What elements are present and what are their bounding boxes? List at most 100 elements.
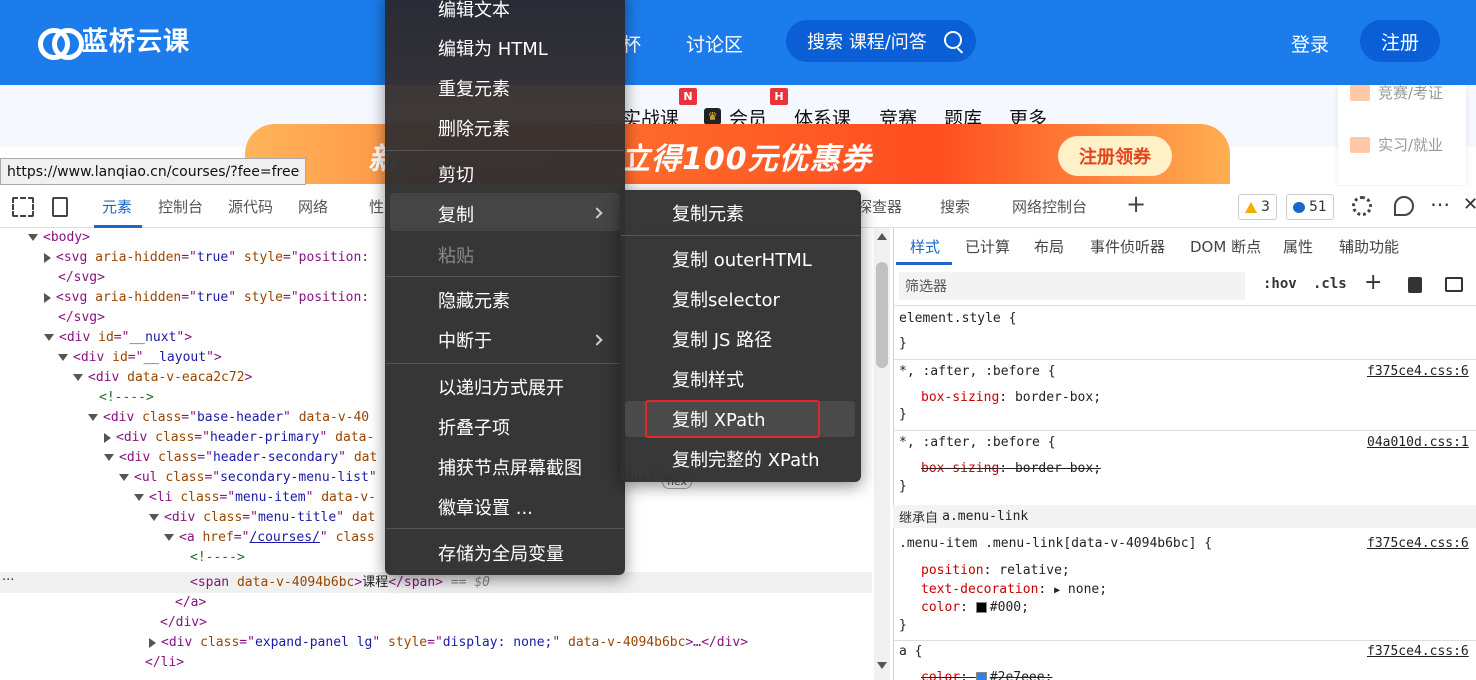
feedback-icon[interactable] — [1394, 196, 1414, 216]
dom-line-selected[interactable]: <span data-v-4094b6bc>课程</span> == $0 — [190, 573, 490, 593]
dom-line[interactable]: <body> — [28, 228, 90, 248]
dom-line[interactable]: <svg aria-hidden="true" style="position: — [44, 288, 369, 308]
site-logo[interactable]: 蓝桥云课 — [38, 22, 190, 60]
scroll-up-arrow-icon[interactable] — [877, 233, 887, 240]
close-devtools-icon[interactable]: ✕ — [1463, 194, 1476, 215]
dom-line[interactable]: <div class="base-header" data-v-40 — [88, 408, 369, 428]
menu-edit-as-html[interactable]: 编辑为 HTML — [438, 35, 548, 61]
tab-dom-breakpoints[interactable]: DOM 断点 — [1190, 236, 1261, 257]
rule-element-style[interactable]: element.style { — [899, 311, 1016, 326]
menu-delete-element[interactable]: 删除元素 — [438, 115, 510, 141]
tab-elements[interactable]: 元素 — [102, 196, 132, 217]
submenu-copy-styles[interactable]: 复制样式 — [672, 366, 744, 392]
device-toolbar-icon[interactable] — [52, 197, 68, 217]
dom-line[interactable]: <a href="/courses/" class — [164, 528, 375, 548]
styles-filter-input[interactable]: 筛选器 — [899, 272, 1245, 300]
paint-icon[interactable] — [1408, 277, 1422, 293]
rule-menu-link[interactable]: .menu-item .menu-link[data-v-4094b6bc] { — [899, 536, 1212, 551]
css-declaration[interactable]: text-decoration: ▶ none; — [921, 582, 1107, 597]
dom-scrollbar-thumb[interactable] — [876, 262, 888, 368]
tab-console[interactable]: 控制台 — [158, 196, 203, 217]
side-item-jobs[interactable]: 实习/就业 — [1350, 134, 1443, 155]
rule-source-link[interactable]: f375ce4.css:6 — [1367, 364, 1469, 379]
tab-performance[interactable]: 性 — [369, 196, 384, 217]
css-declaration[interactable]: color: #000; — [921, 600, 1029, 615]
tab-inspector[interactable]: 探查器 — [857, 196, 902, 217]
rule-source-link[interactable]: f375ce4.css:6 — [1367, 536, 1469, 551]
tab-network[interactable]: 网络 — [298, 196, 328, 217]
rule-source-link[interactable]: f375ce4.css:6 — [1367, 644, 1469, 659]
menu-badge-settings[interactable]: 徽章设置 ... — [438, 494, 533, 520]
rule-universal-selector-2[interactable]: *, :after, :before { — [899, 435, 1056, 450]
add-tab-icon[interactable]: + — [1126, 190, 1146, 218]
dom-line[interactable]: </svg> — [58, 268, 105, 288]
tab-network-console[interactable]: 网络控制台 — [1012, 196, 1087, 217]
site-search[interactable]: 搜索 课程/问答 — [786, 20, 976, 62]
toggle-sidebar-icon[interactable] — [1445, 277, 1463, 292]
scroll-down-arrow-icon[interactable] — [877, 662, 887, 669]
dom-line[interactable]: <div class="header-secondary" dat — [104, 448, 377, 468]
css-declaration-overridden[interactable]: color: #2e7eee; — [921, 670, 1052, 680]
inspect-element-icon[interactable] — [12, 197, 34, 217]
menu-edit-text[interactable]: 编辑文本 — [438, 0, 510, 22]
css-declaration[interactable]: position: relative; — [921, 563, 1070, 578]
dom-line[interactable]: <!----> — [99, 388, 154, 408]
color-swatch[interactable] — [975, 672, 987, 680]
css-declaration[interactable]: box-sizing: border-box; — [921, 390, 1101, 405]
tab-computed[interactable]: 已计算 — [965, 236, 1010, 257]
search-icon[interactable] — [944, 31, 962, 49]
tab-styles[interactable]: 样式 — [910, 236, 940, 257]
login-link[interactable]: 登录 — [1291, 30, 1329, 57]
tab-event-listeners[interactable]: 事件侦听器 — [1090, 236, 1165, 257]
rule-universal-selector[interactable]: *, :after, :before { — [899, 364, 1056, 379]
dom-line[interactable]: <div id="__layout"> — [58, 348, 222, 368]
dom-line[interactable]: <svg aria-hidden="true" style="position: — [44, 248, 369, 268]
dom-line[interactable]: </svg> — [58, 308, 105, 328]
tab-properties[interactable]: 属性 — [1283, 236, 1313, 257]
menu-store-global[interactable]: 存储为全局变量 — [438, 540, 564, 566]
menu-collapse-children[interactable]: 折叠子项 — [438, 414, 510, 440]
tab-layout[interactable]: 布局 — [1034, 236, 1064, 257]
side-item-contest[interactable]: 竞赛/考证 — [1350, 82, 1443, 103]
tab-accessibility[interactable]: 辅助功能 — [1339, 236, 1399, 257]
menu-break-on[interactable]: 中断于 — [438, 327, 492, 353]
submenu-copy-outerhtml[interactable]: 复制 outerHTML — [672, 246, 812, 272]
nav-item-discuss[interactable]: 讨论区 — [686, 30, 743, 57]
rule-anchor[interactable]: a { — [899, 644, 922, 659]
dom-line[interactable]: </li> — [145, 653, 184, 673]
menu-hide-element[interactable]: 隐藏元素 — [438, 287, 510, 313]
menu-cut[interactable]: 剪切 — [438, 161, 474, 187]
hov-toggle[interactable]: :hov — [1263, 276, 1297, 292]
menu-expand-recursively[interactable]: 以递归方式展开 — [438, 374, 564, 400]
menu-duplicate-element[interactable]: 重复元素 — [438, 75, 510, 101]
new-rule-icon[interactable]: + — [1364, 270, 1382, 295]
cls-toggle[interactable]: .cls — [1313, 276, 1347, 292]
menu-capture-screenshot[interactable]: 捕获节点屏幕截图 — [438, 454, 582, 480]
dom-line[interactable]: <ul class="secondary-menu-list" — [119, 468, 377, 488]
rule-source-link[interactable]: 04a010d.css:1 — [1367, 435, 1469, 450]
warnings-counter[interactable]: 3 — [1238, 194, 1277, 220]
settings-gear-icon[interactable] — [1352, 196, 1372, 216]
color-swatch[interactable] — [975, 602, 987, 613]
submenu-copy-element[interactable]: 复制元素 — [672, 200, 744, 226]
dom-line[interactable]: </div> — [160, 613, 207, 633]
messages-counter[interactable]: 51 — [1286, 194, 1334, 220]
dom-line[interactable]: <!----> — [190, 548, 245, 568]
banner-claim-button[interactable]: 注册领券 — [1058, 136, 1172, 176]
submenu-copy-selector[interactable]: 复制selector — [672, 286, 780, 312]
dom-line[interactable]: <div id="__nuxt"> — [44, 328, 192, 348]
dom-line[interactable]: <div class="header-primary" data- — [104, 428, 374, 448]
dom-line[interactable]: </a> — [175, 593, 206, 613]
tab-search[interactable]: 搜索 — [940, 196, 970, 217]
dom-line[interactable]: <div class="expand-panel lg" style="disp… — [149, 633, 748, 653]
register-button[interactable]: 注册 — [1360, 20, 1440, 62]
tab-sources[interactable]: 源代码 — [228, 196, 273, 217]
submenu-copy-full-xpath[interactable]: 复制完整的 XPath — [672, 446, 820, 472]
dom-line[interactable]: <div data-v-eaca2c72> — [73, 368, 252, 388]
more-options-icon[interactable]: ⋯ — [1430, 192, 1450, 216]
submenu-copy-js-path[interactable]: 复制 JS 路径 — [672, 326, 772, 352]
dom-line[interactable]: <div class="menu-title" dat — [149, 508, 375, 528]
css-declaration-overridden[interactable]: box-sizing: border-box; — [921, 461, 1101, 476]
menu-copy[interactable]: 复制 — [438, 201, 474, 227]
dom-line[interactable]: <li class="menu-item" data-v- — [134, 488, 376, 508]
